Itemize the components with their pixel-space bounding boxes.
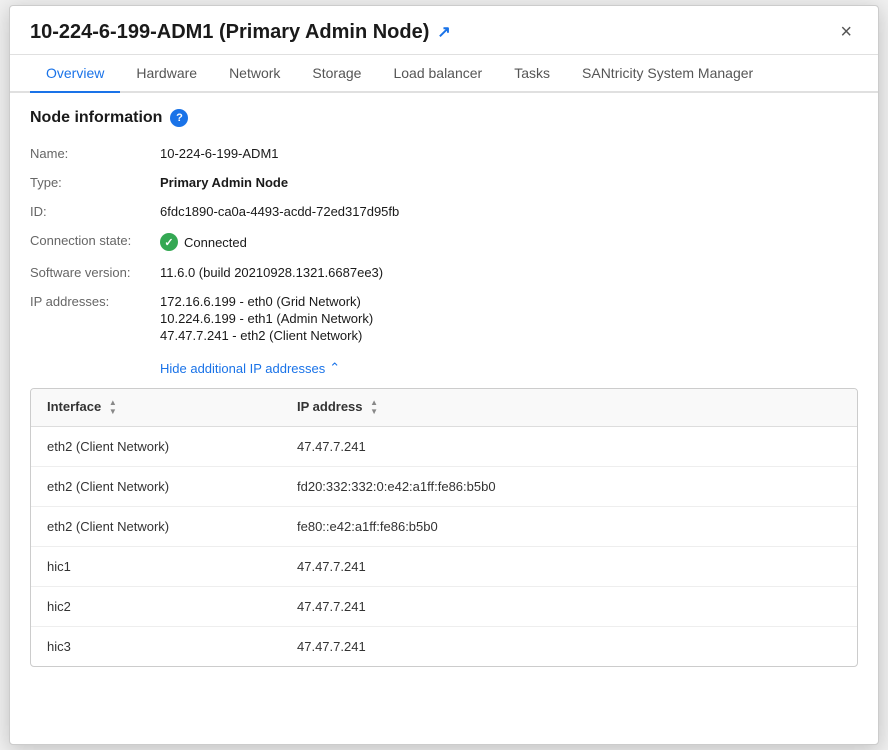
node-info-grid: Name: 10-224-6-199-ADM1 Type: Primary Ad… [30,143,858,346]
type-label: Type: [30,172,160,193]
connection-label: Connection state: [30,230,160,254]
connection-value: Connected [160,230,858,254]
type-value: Primary Admin Node [160,172,858,193]
cell-ip-2: fe80::e42:a1ff:fe86:b5b0 [281,507,857,547]
name-label: Name: [30,143,160,164]
connection-text: Connected [184,235,247,250]
cell-ip-1: fd20:332:332:0:e42:a1ff:fe86:b5b0 [281,467,857,507]
cell-interface-2: eth2 (Client Network) [31,507,281,547]
modal-header: 10-224-6-199-ADM1 (Primary Admin Node) ↗… [10,6,878,55]
cell-ip-5: 47.47.7.241 [281,627,857,667]
name-value: 10-224-6-199-ADM1 [160,143,858,164]
external-link-icon[interactable]: ↗ [437,22,450,42]
section-title: Node information ? [30,109,858,127]
cell-ip-0: 47.47.7.241 [281,427,857,467]
hide-additional-ip-link[interactable]: Hide additional IP addresses ⌃ [160,360,340,376]
close-button[interactable]: × [834,20,858,44]
table-scroll-area[interactable]: Interface ▲ ▼ IP address ▲ ▼ [31,389,857,666]
id-value: 6fdc1890-ca0a-4493-acdd-72ed317d95fb [160,201,858,222]
table-body: eth2 (Client Network)47.47.7.241eth2 (Cl… [31,427,857,667]
ip-addresses: 172.16.6.199 - eth0 (Grid Network) 10.22… [160,291,858,346]
table-row: hic347.47.7.241 [31,627,857,667]
node-modal: 10-224-6-199-ADM1 (Primary Admin Node) ↗… [9,5,879,745]
table-header: Interface ▲ ▼ IP address ▲ ▼ [31,389,857,427]
tab-tasks[interactable]: Tasks [498,55,566,93]
modal-title: 10-224-6-199-ADM1 (Primary Admin Node) ↗ [30,21,451,44]
title-text: 10-224-6-199-ADM1 (Primary Admin Node) [30,21,429,44]
software-label: Software version: [30,262,160,283]
ip-table-wrapper: Interface ▲ ▼ IP address ▲ ▼ [30,388,858,667]
table-row: hic147.47.7.241 [31,547,857,587]
table-row: eth2 (Client Network)47.47.7.241 [31,427,857,467]
ip-entry-1: 10.224.6.199 - eth1 (Admin Network) [160,311,858,326]
cell-interface-4: hic2 [31,587,281,627]
cell-interface-0: eth2 (Client Network) [31,427,281,467]
table-row: eth2 (Client Network)fd20:332:332:0:e42:… [31,467,857,507]
cell-interface-5: hic3 [31,627,281,667]
cell-interface-1: eth2 (Client Network) [31,467,281,507]
tab-network[interactable]: Network [213,55,296,93]
tab-load-balancer[interactable]: Load balancer [377,55,498,93]
connected-status-icon [160,233,178,251]
col-header-ip[interactable]: IP address ▲ ▼ [281,389,857,427]
ip-entry-2: 47.47.7.241 - eth2 (Client Network) [160,328,858,343]
id-label: ID: [30,201,160,222]
tab-hardware[interactable]: Hardware [120,55,213,93]
ip-sort-icon: ▲ ▼ [370,399,378,416]
section-title-text: Node information [30,109,162,127]
ip-entry-0: 172.16.6.199 - eth0 (Grid Network) [160,294,858,309]
content-area: Node information ? Name: 10-224-6-199-AD… [10,93,878,683]
cell-interface-3: hic1 [31,547,281,587]
ip-label: IP addresses: [30,291,160,346]
tab-bar: Overview Hardware Network Storage Load b… [10,55,878,93]
cell-ip-4: 47.47.7.241 [281,587,857,627]
software-value: 11.6.0 (build 20210928.1321.6687ee3) [160,262,858,283]
col-header-interface[interactable]: Interface ▲ ▼ [31,389,281,427]
hide-link-wrapper: Hide additional IP addresses ⌃ [30,350,858,388]
interface-sort-icon: ▲ ▼ [109,399,117,416]
help-icon[interactable]: ? [170,109,188,127]
cell-ip-3: 47.47.7.241 [281,547,857,587]
ip-table: Interface ▲ ▼ IP address ▲ ▼ [31,389,857,666]
table-row: eth2 (Client Network)fe80::e42:a1ff:fe86… [31,507,857,547]
ip-list: 172.16.6.199 - eth0 (Grid Network) 10.22… [160,294,858,343]
tab-overview[interactable]: Overview [30,55,120,93]
tab-santricity[interactable]: SANtricity System Manager [566,55,769,93]
chevron-up-icon: ⌃ [329,360,340,376]
table-row: hic247.47.7.241 [31,587,857,627]
tab-storage[interactable]: Storage [296,55,377,93]
